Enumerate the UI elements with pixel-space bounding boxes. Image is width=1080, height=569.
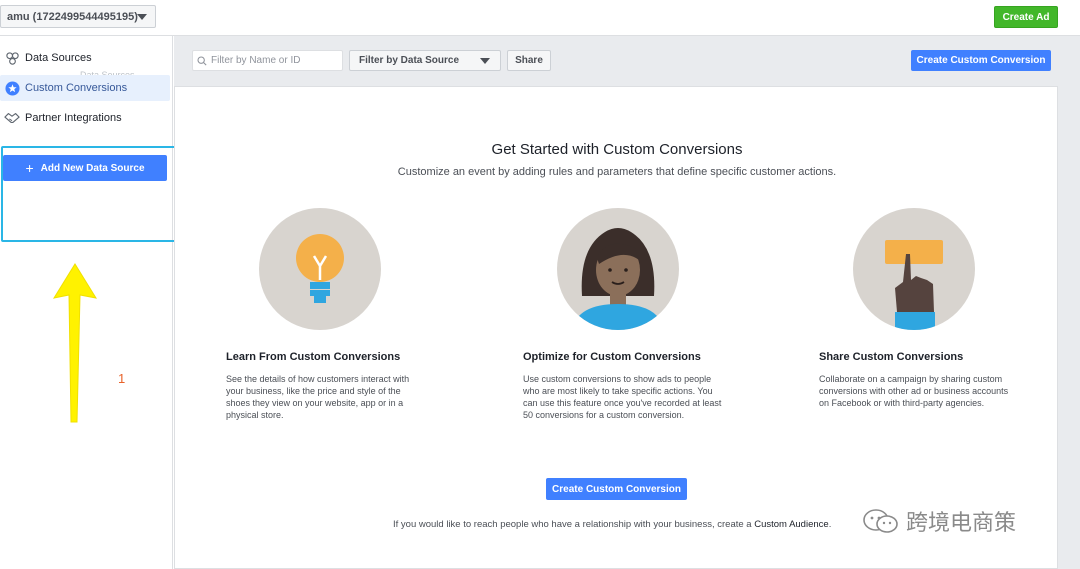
sidebar-item-label: Partner Integrations: [25, 112, 122, 124]
arrow-up-icon: [52, 263, 98, 423]
note-suffix: .: [828, 519, 832, 530]
chevron-down-icon: [137, 14, 147, 20]
pointing-hand-icon: [853, 208, 975, 330]
sidebar-item-custom-conversions[interactable]: Custom Conversions: [0, 75, 170, 101]
note-text: If you would like to reach people who ha…: [393, 519, 755, 530]
lightbulb-icon: [259, 208, 381, 330]
empty-state-card: Get Started with Custom Conversions Cust…: [174, 86, 1058, 569]
search-field[interactable]: [192, 50, 343, 71]
annotation-number: 1: [118, 371, 126, 386]
person-icon: [557, 208, 679, 330]
handshake-icon: [4, 110, 20, 126]
feature-description: Use custom conversions to show ads to pe…: [523, 374, 722, 420]
chevron-down-icon: [480, 58, 490, 64]
custom-audience-note: If you would like to reach people who ha…: [393, 519, 831, 530]
share-button[interactable]: Share: [507, 50, 551, 71]
star-badge-icon: [4, 80, 20, 96]
account-label: amu (1722499544495195): [7, 10, 138, 23]
page-title: Get Started with Custom Conversions: [491, 141, 743, 158]
account-selector[interactable]: amu (1722499544495195): [0, 5, 156, 28]
filter-label: Filter by Data Source: [359, 55, 460, 66]
feature-title: Learn From Custom Conversions: [226, 351, 401, 363]
page-subtitle: Customize an event by adding rules and p…: [397, 166, 837, 178]
top-bar: amu (1722499544495195) Create Ad: [0, 0, 1080, 36]
sidebar-item-label: Custom Conversions: [25, 82, 128, 94]
filter-by-data-source-dropdown[interactable]: Filter by Data Source: [349, 50, 501, 71]
main-content: Filter by Data Source Share Create Custo…: [174, 36, 1080, 569]
watermark-text: 跨境电商策: [906, 510, 1017, 535]
feature-title: Share Custom Conversions: [819, 351, 964, 363]
feature-description: See the details of how customers interac…: [226, 374, 410, 420]
data-sources-icon: [4, 50, 20, 66]
sidebar-item-partner-integrations[interactable]: Partner Integrations: [0, 105, 170, 131]
search-icon: [197, 55, 207, 66]
sidebar-item-data-sources[interactable]: Data Sources: [0, 45, 170, 71]
feature-description: Collaborate on a campaign by sharing cus…: [819, 374, 1009, 408]
search-input[interactable]: [211, 55, 339, 66]
feature-title: Optimize for Custom Conversions: [523, 351, 701, 363]
watermark: 跨境电商策: [862, 505, 1016, 537]
custom-audience-link[interactable]: Custom Audience: [754, 519, 828, 530]
create-ad-button[interactable]: Create Ad: [994, 6, 1058, 28]
create-custom-conversion-button[interactable]: Create Custom Conversion: [911, 50, 1051, 71]
wechat-icon: [863, 509, 898, 533]
filter-toolbar: Filter by Data Source Share Create Custo…: [174, 36, 1080, 86]
sidebar-item-label: Data Sources: [25, 52, 92, 64]
create-custom-conversion-main-button[interactable]: Create Custom Conversion: [546, 478, 687, 500]
